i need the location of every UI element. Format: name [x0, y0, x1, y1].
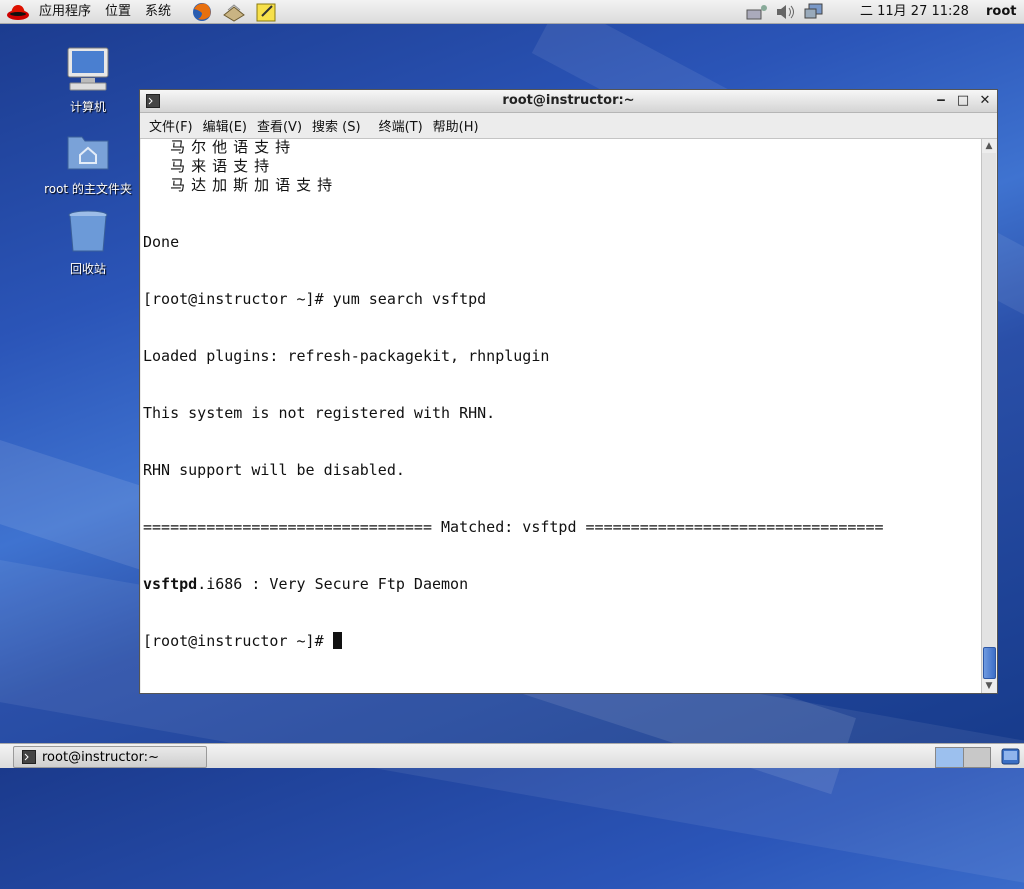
bottom-panel: root@instructor:~: [0, 743, 1024, 768]
taskbar-window-label: root@instructor:~: [42, 749, 159, 765]
menu-system[interactable]: 系统: [138, 0, 178, 24]
result-package-name: vsftpd: [143, 575, 198, 593]
workspace-switcher: [935, 747, 991, 768]
terminal-output[interactable]: 芬兰语支持 英国英语支持 荷兰语支持 菲律宾语支持 萨丁尼亚语支持 葡萄牙语支持…: [141, 139, 983, 693]
terminal-scrollbar[interactable]: ▲ ▼: [981, 139, 996, 693]
terminal-line: vsftpd.i686 : Very Secure Ftp Daemon: [143, 575, 884, 594]
terminal-line: [root@instructor ~]# yum search vsftpd: [143, 290, 487, 308]
volume-icon[interactable]: [775, 2, 797, 22]
desktop-icon-label: 回收站: [69, 262, 106, 276]
maximize-button[interactable]: □: [955, 93, 971, 109]
display-icon[interactable]: [803, 2, 825, 22]
terminal-menubar: 文件(F) 编辑(E) 查看(V) 搜索 (S) 终端(T) 帮助(H): [140, 113, 997, 139]
terminal-task-icon: [22, 750, 36, 764]
package-group-item: 马尔他语支持: [143, 139, 884, 157]
trash-icon: [64, 207, 112, 255]
show-desktop-icon[interactable]: [1001, 747, 1020, 766]
result-package-desc: .i686 : Very Secure Ftp Daemon: [197, 575, 469, 593]
menu-applications[interactable]: 应用程序: [32, 0, 98, 24]
desktop-icon-label: root 的主文件夹: [44, 182, 132, 196]
maximize-icon: □: [956, 93, 970, 108]
package-group-label: 马尔他语支持: [170, 139, 297, 156]
close-button[interactable]: ✕: [977, 93, 993, 109]
workspace-2[interactable]: [963, 748, 990, 767]
menu-search[interactable]: 搜索 (S): [307, 116, 366, 135]
window-titlebar[interactable]: root@instructor:~ ‒ □ ✕: [140, 90, 997, 113]
system-tray: [745, 0, 825, 24]
firefox-launcher-icon[interactable]: [190, 1, 214, 23]
window-title: root@instructor:~: [502, 93, 635, 108]
scroll-up-button[interactable]: ▲: [982, 139, 996, 153]
top-panel: 应用程序 位置 系统 二 11月 27 11:28 root: [0, 0, 1024, 24]
terminal-line: ================================ Matched…: [143, 518, 884, 536]
terminal-cursor: [332, 632, 342, 649]
package-group-item: 马达加斯加语支持: [143, 176, 884, 195]
arrow-up-icon: ▲: [985, 141, 993, 151]
desktop-icon-label: 计算机: [69, 100, 106, 114]
menu-help[interactable]: 帮助(H): [428, 116, 484, 135]
desktop-icon-trash[interactable]: 回收站: [38, 207, 138, 277]
minimize-button[interactable]: ‒: [933, 93, 949, 109]
home-folder-icon: [64, 127, 112, 175]
menu-terminal[interactable]: 终端(T): [374, 116, 428, 135]
terminal-line: Loaded plugins: refresh-packagekit, rhnp…: [143, 347, 550, 365]
desktop-icon-home[interactable]: root 的主文件夹: [38, 127, 138, 197]
close-icon: ✕: [979, 93, 991, 108]
clock[interactable]: 二 11月 27 11:28: [853, 0, 976, 24]
shell-prompt: [root@instructor ~]#: [143, 632, 333, 650]
terminal-prompt-line: [root@instructor ~]#: [143, 632, 884, 651]
desktop-icon-computer[interactable]: 计算机: [38, 45, 138, 115]
user-menu[interactable]: root: [979, 0, 1024, 24]
arrow-down-icon: ▼: [985, 681, 993, 691]
terminal-line: RHN support will be disabled.: [143, 461, 405, 479]
terminal-line: Done: [143, 233, 180, 251]
package-group-label: 马达加斯加语支持: [170, 176, 339, 194]
notes-launcher-icon[interactable]: [254, 1, 278, 23]
scroll-down-button[interactable]: ▼: [982, 679, 996, 693]
package-group-item: 马来语支持: [143, 157, 884, 176]
menu-file[interactable]: 文件(F): [144, 116, 198, 135]
terminal-line: This system is not registered with RHN.: [143, 404, 496, 422]
menu-view[interactable]: 查看(V): [252, 116, 307, 135]
network-manager-icon[interactable]: [745, 2, 769, 22]
computer-icon: [64, 45, 112, 93]
menu-places[interactable]: 位置: [98, 0, 138, 24]
package-group-label: 马来语支持: [170, 157, 276, 175]
menu-edit[interactable]: 编辑(E): [198, 116, 252, 135]
mail-launcher-icon[interactable]: [222, 1, 246, 23]
minimize-icon: ‒: [936, 93, 946, 108]
redhat-logo-icon[interactable]: [6, 2, 30, 22]
scroll-thumb[interactable]: [983, 647, 996, 679]
terminal-window: root@instructor:~ ‒ □ ✕ 文件(F) 编辑(E) 查看(V…: [139, 89, 998, 694]
package-group-list: 芬兰语支持 英国英语支持 荷兰语支持 菲律宾语支持 萨丁尼亚语支持 葡萄牙语支持…: [143, 139, 884, 195]
taskbar-window-button[interactable]: root@instructor:~: [13, 746, 207, 768]
workspace-1[interactable]: [936, 748, 964, 767]
terminal-lines: 芬兰语支持 英国英语支持 荷兰语支持 菲律宾语支持 萨丁尼亚语支持 葡萄牙语支持…: [143, 139, 884, 689]
